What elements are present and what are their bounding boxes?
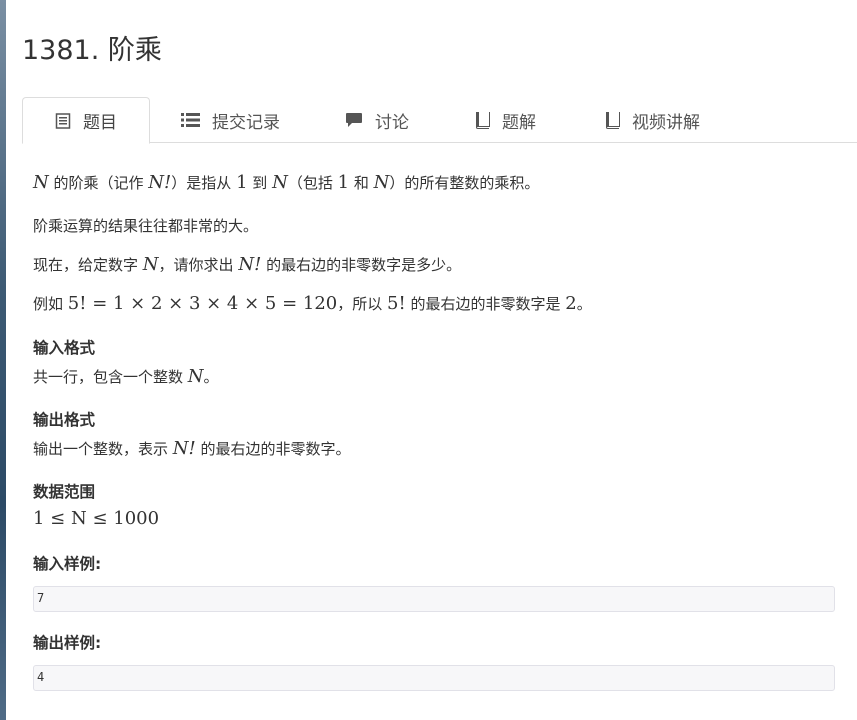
sample-output-block[interactable]: 4 [33,665,835,691]
sample-input-heading: 输入样例: [33,555,102,573]
output-format-text: 输出一个整数，表示 N! 的最右边的非零数字。 [33,438,351,459]
left-edge-strip [0,0,6,720]
list-icon [181,112,200,128]
tab-discussion-label: 讨论 [375,112,409,133]
comment-icon [345,112,363,128]
data-range-heading: 数据范围 [33,483,96,501]
tab-discussion[interactable]: 讨论 [345,97,409,143]
output-format-heading: 输出格式 [33,411,96,429]
input-format-text: 共一行，包含一个整数 N。 [33,366,219,387]
sample-output-heading: 输出样例: [33,634,102,652]
description-line-4: 例如 5! = 1 × 2 × 3 × 4 × 5 = 120，所以 5! 的最… [33,293,592,314]
tab-problem-label: 题目 [83,113,117,133]
tab-solutions-label: 题解 [502,112,536,133]
tab-submissions-label: 提交记录 [212,112,280,133]
description-line-1: N 的阶乘（记作 N!）是指从 1 到 N（包括 1 和 N）的所有整数的乘积。 [33,172,540,193]
tab-submissions[interactable]: 提交记录 [181,97,280,143]
tab-solutions[interactable]: 题解 [475,97,536,143]
document-icon [55,112,71,129]
tab-video-solutions-label: 视频讲解 [632,112,700,133]
data-range-text: 1 ≤ N ≤ 1000 [33,508,160,529]
tab-video-solutions[interactable]: 视频讲解 [605,97,700,143]
book-icon [605,111,620,129]
problem-tabs: 题目 提交记录 讨论 题解 视频讲解 [22,97,857,144]
input-format-heading: 输入格式 [33,339,96,357]
problem-title: 1381. 阶乘 [22,35,162,66]
tab-problem[interactable]: 题目 [22,97,150,144]
description-line-3: 现在，给定数字 N，请你求出 N! 的最右边的非零数字是多少。 [33,254,462,275]
book-icon [475,111,490,129]
sample-input-block[interactable]: 7 [33,586,835,612]
description-line-2: 阶乘运算的结果往往都非常的大。 [33,217,259,235]
